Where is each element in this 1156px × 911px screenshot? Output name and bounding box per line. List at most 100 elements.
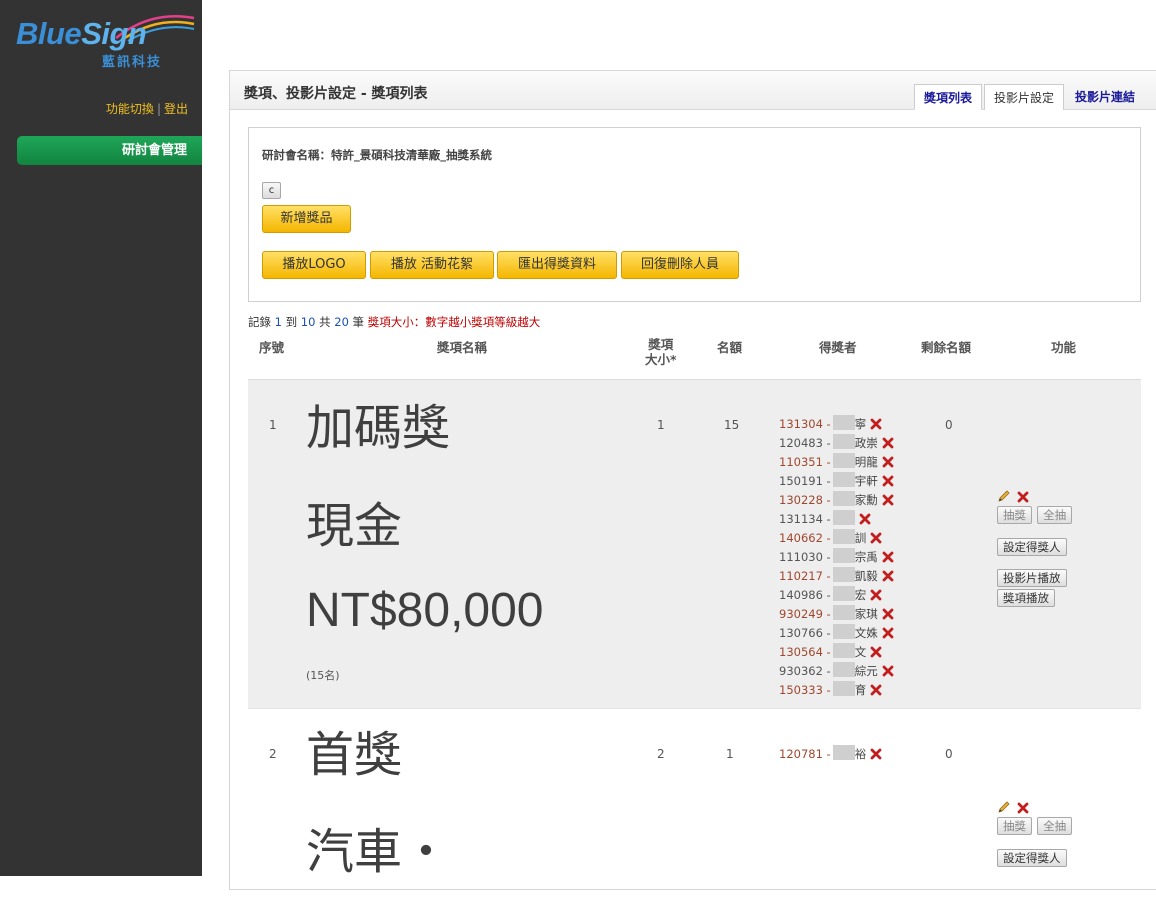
c-button[interactable]: c — [262, 182, 281, 199]
winner-entry: 131134 - — [779, 510, 894, 529]
tab-prize-list[interactable]: 獎項列表 — [913, 84, 982, 110]
redacted-name-block — [832, 643, 855, 658]
redacted-name-block — [832, 529, 855, 544]
winner-list: 131304 - 寧 120483 - 政崇 110351 - 明龍 150191 - 宇軒 1… — [779, 415, 894, 700]
nav-seminar-management[interactable]: 研討會管理 — [17, 136, 202, 165]
records-total: 20 — [334, 315, 349, 329]
set-winner-button[interactable]: 設定得獎人 — [997, 849, 1067, 867]
add-prize-button[interactable]: 新增獎品 — [262, 205, 351, 233]
redacted-name-block — [832, 586, 855, 601]
remove-winner-icon[interactable] — [882, 494, 894, 506]
edit-pencil-icon[interactable] — [997, 800, 1011, 814]
redacted-name-block — [832, 681, 855, 696]
col-remaining: 剩餘名額 — [921, 340, 972, 355]
remove-winner-icon[interactable] — [870, 748, 882, 760]
winner-name: 訓 — [854, 531, 867, 545]
restore-deleted-button[interactable]: 回復刪除人員 — [621, 251, 739, 279]
winner-id: 140662 - — [779, 531, 831, 545]
slide-play-button[interactable]: 投影片播放 — [997, 569, 1067, 587]
remove-winner-icon[interactable] — [870, 589, 882, 601]
winner-id: 120781 - — [779, 747, 831, 761]
prize-play-button[interactable]: 獎項播放 — [997, 589, 1055, 607]
winner-entry: 111030 - 宗禹 — [779, 548, 894, 567]
set-winner-button[interactable]: 設定得獎人 — [997, 538, 1067, 556]
play-event-highlights-button[interactable]: 播放 活動花絮 — [370, 251, 494, 279]
winner-entry: 140986 - 宏 — [779, 586, 894, 605]
winner-id: 930249 - — [779, 607, 831, 621]
row-function-area: 抽獎 全抽 設定得獎人 — [997, 797, 1073, 871]
draw-all-button[interactable]: 全抽 — [1037, 506, 1073, 524]
remove-winner-icon[interactable] — [882, 456, 894, 468]
winner-id: 150333 - — [779, 683, 831, 697]
prize-name-line: NT$80,000 — [306, 584, 544, 637]
col-prize-size: 獎項 大小* — [645, 337, 677, 367]
logout-link[interactable]: 登出 — [164, 102, 188, 116]
winner-name: 明龍 — [854, 455, 878, 469]
records-summary: 記錄 1 到 10 共 20 筆 獎項大小：數字越小獎項等級越大 — [248, 314, 540, 330]
remove-winner-icon[interactable] — [882, 551, 894, 563]
prize-name-line: 加碼獎 — [306, 400, 451, 456]
winner-entry: 150191 - 宇軒 — [779, 472, 894, 491]
remove-winner-icon[interactable] — [882, 627, 894, 639]
col-prize-name: 獎項名稱 — [437, 340, 488, 355]
export-winners-button[interactable]: 匯出得獎資料 — [497, 251, 617, 279]
page-title: 獎項、投影片設定 - 獎項列表 — [244, 86, 428, 102]
edit-pencil-icon[interactable] — [997, 489, 1011, 503]
draw-button[interactable]: 抽獎 — [997, 506, 1032, 524]
winner-name: 政崇 — [854, 436, 878, 450]
switch-function-link[interactable]: 功能切換 — [106, 102, 154, 116]
winner-entry: 150333 - 育 — [779, 681, 894, 700]
remove-winner-icon[interactable] — [870, 684, 882, 696]
seminar-name: 研討會名稱：特許_景碩科技清華廠_抽獎系統 — [262, 148, 492, 162]
prize-count-note: (15名) — [306, 669, 340, 682]
redacted-name-block — [832, 745, 855, 760]
remove-winner-icon[interactable] — [882, 608, 894, 620]
remove-winner-icon[interactable] — [882, 475, 894, 487]
tab-slide-settings[interactable]: 投影片設定 — [983, 84, 1064, 110]
winner-id: 130564 - — [779, 645, 831, 659]
winner-entry: 140662 - 訓 — [779, 529, 894, 548]
logo-wordmark: BlueSign — [16, 16, 147, 51]
winner-name: 裕 — [854, 747, 867, 761]
records-to-label: 到 — [285, 315, 298, 329]
remove-winner-icon[interactable] — [870, 646, 882, 658]
winner-name: 凱毅 — [854, 569, 878, 583]
winner-entry: 120781 - 裕 — [779, 745, 882, 764]
winner-entry: 130228 - 家勳 — [779, 491, 894, 510]
prize-name-line: 現金 — [306, 498, 403, 554]
col-seq: 序號 — [259, 340, 285, 355]
prize-name-line: 汽車・ — [306, 824, 451, 880]
play-logo-button[interactable]: 播放LOGO — [262, 251, 366, 279]
bluesign-logo: BlueSign 藍訊科技 — [16, 10, 195, 70]
records-total-label: 共 — [319, 315, 331, 329]
remove-winner-icon[interactable] — [859, 513, 871, 525]
remove-winner-icon[interactable] — [870, 532, 882, 544]
col-quota: 名額 — [717, 340, 743, 355]
winner-entry: 130766 - 文姝 — [779, 624, 894, 643]
winner-id: 130766 - — [779, 626, 831, 640]
tab-slide-link[interactable]: 投影片連結 — [1066, 84, 1144, 110]
remove-winner-icon[interactable] — [882, 665, 894, 677]
remove-winner-icon[interactable] — [870, 418, 882, 430]
main-panel: 獎項、投影片設定 - 獎項列表 獎項列表 投影片設定 投影片連結 研討會名稱：特… — [229, 70, 1156, 890]
delete-prize-icon[interactable] — [1017, 491, 1029, 503]
remaining-value: 0 — [945, 418, 953, 432]
row-function-area: 抽獎 全抽 設定得獎人 投影片播放 獎項播放 — [997, 486, 1073, 607]
quota-value: 1 — [726, 747, 734, 761]
draw-button[interactable]: 抽獎 — [997, 817, 1032, 835]
col-winners: 得獎者 — [819, 340, 857, 355]
winner-entry: 120483 - 政崇 — [779, 434, 894, 453]
size-hint-desc: 數字越小獎項等級越大 — [425, 315, 541, 329]
delete-prize-icon[interactable] — [1017, 802, 1029, 814]
redacted-name-block — [832, 453, 855, 468]
winner-entry: 131304 - 寧 — [779, 415, 894, 434]
redacted-name-block — [832, 624, 855, 639]
remove-winner-icon[interactable] — [882, 437, 894, 449]
records-prefix: 記錄 — [248, 315, 271, 329]
records-from: 1 — [274, 315, 282, 329]
col-prize-size-line2: 大小* — [645, 352, 677, 367]
draw-all-button[interactable]: 全抽 — [1037, 817, 1073, 835]
redacted-name-block — [832, 662, 855, 677]
panel-header: 獎項、投影片設定 - 獎項列表 獎項列表 投影片設定 投影片連結 — [230, 71, 1156, 110]
remove-winner-icon[interactable] — [882, 570, 894, 582]
